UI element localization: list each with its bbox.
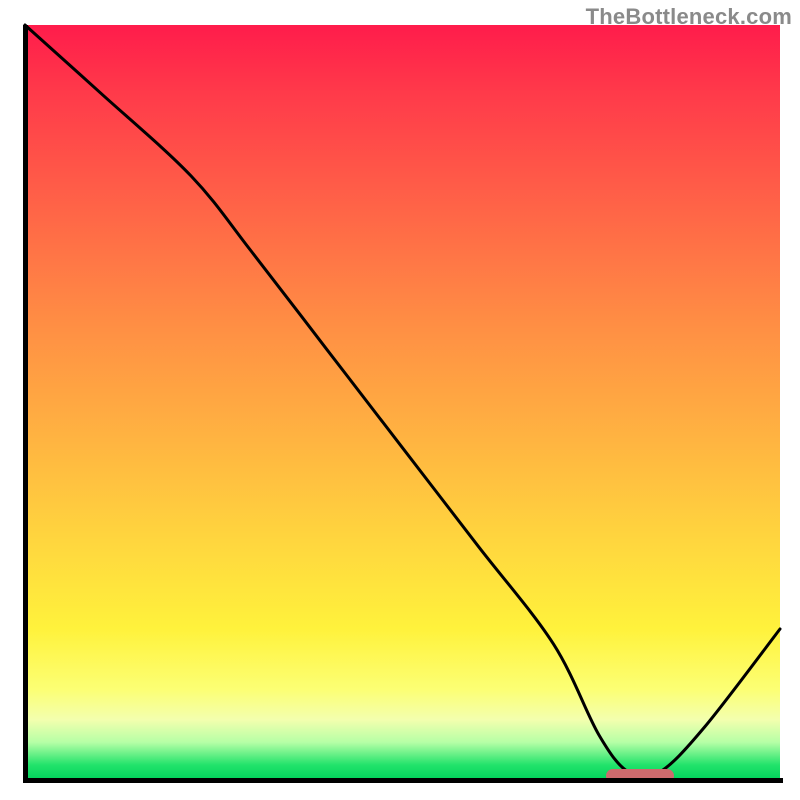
plot-area [25, 25, 780, 780]
bottleneck-curve [25, 25, 780, 780]
y-axis [23, 25, 28, 783]
chart-container: TheBottleneck.com [0, 0, 800, 800]
x-axis [23, 778, 783, 783]
